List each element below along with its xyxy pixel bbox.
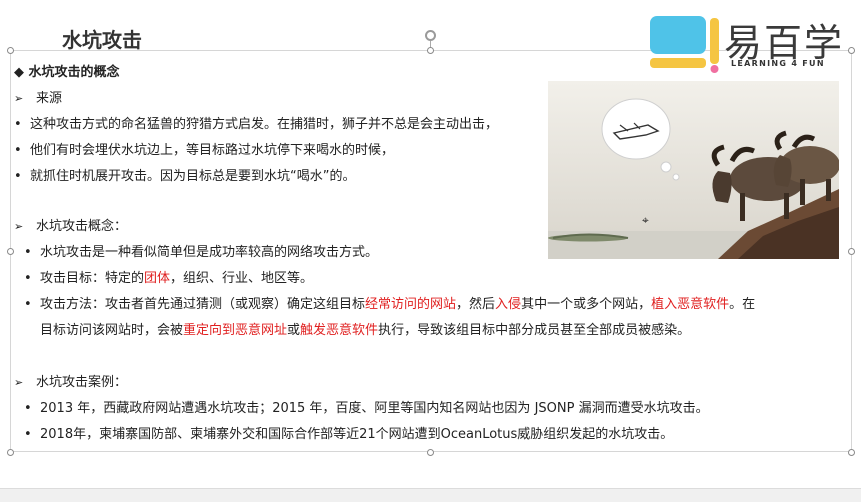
list-item-text: 2013 年，西藏政府网站遭遇水坑攻击；2015 年，百度、阿里等国内知名网站也… [40, 401, 709, 416]
arrow-bullet-icon: ➢ [14, 220, 24, 233]
bullet-dot-icon: • [24, 401, 32, 416]
highlight-text: 植入恶意软件 [651, 297, 730, 312]
list-item: • 2013 年，西藏政府网站遭遇水坑攻击；2015 年，百度、阿里等国内知名网站… [24, 400, 709, 418]
text-segment: 执行，导致该组目标中部分成员甚至全部成员被感染。 [378, 323, 691, 338]
logo-tagline: LEARNING 4 FUN [731, 59, 825, 68]
text-segment: 攻击目标：特定的 [40, 271, 145, 286]
arrow-bullet-icon: ➢ [14, 92, 24, 105]
section-concept: ➢ 水坑攻击概念： [14, 218, 127, 236]
concept-heading: ◆ 水坑攻击的概念 [14, 65, 120, 80]
highlight-text: 团体 [144, 271, 171, 286]
bullet-dot-icon: • [24, 427, 32, 442]
resize-handle-bottom-left[interactable] [7, 449, 14, 456]
bullet-dot-icon: • [14, 143, 22, 158]
text-segment: ，然后 [456, 297, 496, 312]
text-segment: 目标访问该网站时，会被 [40, 323, 184, 338]
section-cases-label: 水坑攻击案例： [36, 375, 128, 390]
text-segment: 攻击方法：攻击者首先通过猜测（或观察）确定这组目标 [40, 297, 366, 312]
list-item-text: 就抓住时机展开攻击。因为目标总是要到水坑“喝水”的。 [30, 169, 356, 184]
rotate-handle-icon[interactable] [425, 30, 436, 41]
text-segment: 或 [287, 323, 301, 338]
section-cases: ➢ 水坑攻击案例： [14, 374, 127, 392]
bullet-dot-icon: • [14, 169, 22, 184]
list-item: • 他们有时会埋伏水坑边上，等目标路过水坑停下来喝水的时候， [14, 142, 394, 160]
bullet-dot-icon: • [14, 117, 22, 132]
list-item-continuation: 目标访问该网站时，会被重定向到恶意网址或触发恶意软件执行，导致该组目标中部分成员… [40, 322, 690, 340]
resize-handle-right[interactable] [848, 248, 855, 255]
text-segment: 。在 [729, 297, 756, 312]
section-source: ➢ 来源 [14, 90, 62, 108]
text-segment: 其中一个或多个网站， [521, 297, 652, 312]
highlight-text: 重定向到恶意网址 [183, 323, 288, 338]
list-item: • 水坑攻击是一种看似简单但是成功率较高的网络攻击方式。 [24, 244, 378, 262]
list-item-text: 水坑攻击是一种看似简单但是成功率较高的网络攻击方式。 [40, 245, 379, 260]
bullet-dot-icon: • [24, 297, 32, 312]
wildebeest-crocodile-illustration [548, 81, 839, 259]
resize-handle-bottom-right[interactable] [848, 449, 855, 456]
list-item: • 攻击目标：特定的团体，组织、行业、地区等。 [24, 270, 313, 288]
section-concept-label: 水坑攻击概念： [36, 219, 128, 234]
resize-handle-top[interactable] [427, 47, 434, 54]
mouse-pointer-icon: ⌖ [642, 213, 649, 227]
resize-handle-top-left[interactable] [7, 47, 14, 54]
highlight-text: 触发恶意软件 [300, 323, 379, 338]
list-item: • 2018年，柬埔寨国防部、柬埔寨外交和国际合作部等近21个网站遭到OceanL… [24, 426, 673, 444]
list-item: • 这种攻击方式的命名猛兽的狩猎方式启发。在捕猎时，狮子并不总是会主动出击， [14, 116, 498, 134]
bottom-status-bar [0, 488, 861, 502]
bullet-dot-icon: • [24, 245, 32, 260]
section-source-label: 来源 [36, 91, 63, 106]
highlight-text: 经常访问的网站 [365, 297, 457, 312]
list-item-text: 他们有时会埋伏水坑边上，等目标路过水坑停下来喝水的时候， [30, 143, 395, 158]
resize-handle-left[interactable] [7, 248, 14, 255]
resize-handle-bottom[interactable] [427, 449, 434, 456]
slide-title: 水坑攻击 [62, 28, 142, 52]
list-item: • 攻击方法：攻击者首先通过猜测（或观察）确定这组目标经常访问的网站，然后入侵其中… [24, 296, 755, 314]
text-segment: ，组织、行业、地区等。 [170, 271, 314, 286]
list-item-text: 2018年，柬埔寨国防部、柬埔寨外交和国际合作部等近21个网站遭到OceanLo… [40, 427, 674, 442]
highlight-text: 入侵 [495, 297, 522, 312]
list-item: • 就抓住时机展开攻击。因为目标总是要到水坑“喝水”的。 [14, 168, 355, 186]
list-item-text: 这种攻击方式的命名猛兽的狩猎方式启发。在捕猎时，狮子并不总是会主动出击， [30, 117, 499, 132]
bullet-dot-icon: • [24, 271, 32, 286]
arrow-bullet-icon: ➢ [14, 376, 24, 389]
